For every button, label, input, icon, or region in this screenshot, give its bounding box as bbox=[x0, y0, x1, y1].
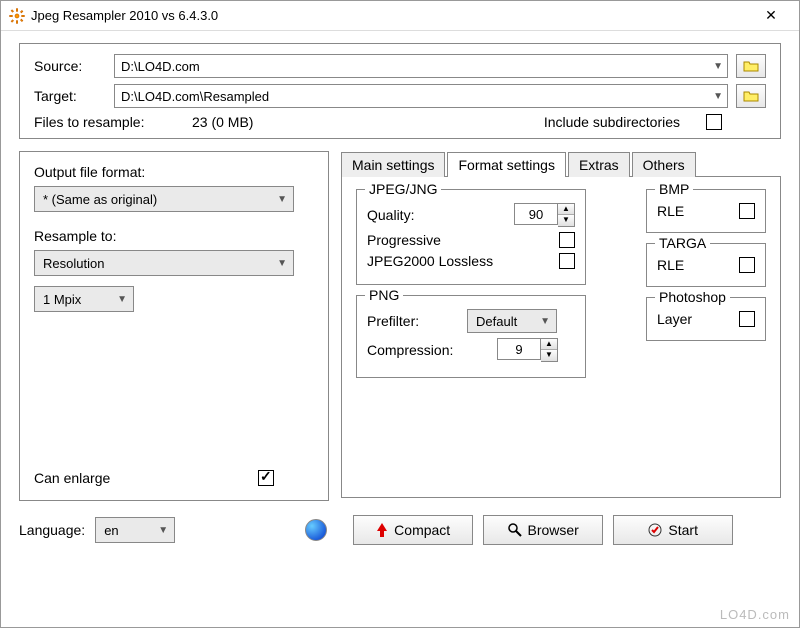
output-format-value: * (Same as original) bbox=[43, 192, 157, 207]
targa-legend: TARGA bbox=[655, 235, 710, 251]
chevron-down-icon: ▼ bbox=[713, 61, 723, 72]
jpeg2000-label: JPEG2000 Lossless bbox=[367, 253, 559, 269]
tabs: Main settings Format settings Extras Oth… bbox=[341, 151, 781, 176]
content-area: Source: D:\LO4D.com ▼ Target: D:\LO4D.co… bbox=[1, 31, 799, 509]
tab-main-settings[interactable]: Main settings bbox=[341, 152, 445, 177]
targa-rle-label: RLE bbox=[657, 257, 739, 273]
compact-label: Compact bbox=[394, 522, 450, 538]
resample-to-value: Resolution bbox=[43, 256, 104, 271]
chevron-down-icon: ▼ bbox=[713, 91, 723, 102]
png-legend: PNG bbox=[365, 287, 403, 303]
resample-to-label: Resample to: bbox=[34, 228, 314, 244]
files-label: Files to resample: bbox=[34, 114, 184, 130]
output-format-select[interactable]: * (Same as original) ▼ bbox=[34, 186, 294, 212]
language-value: en bbox=[104, 523, 118, 538]
include-subdirs-label: Include subdirectories bbox=[544, 114, 680, 130]
right-panel: Main settings Format settings Extras Oth… bbox=[341, 151, 781, 501]
chevron-down-icon: ▼ bbox=[277, 194, 287, 205]
chevron-down-icon: ▼ bbox=[158, 525, 168, 536]
spin-up-icon[interactable]: ▲ bbox=[558, 204, 574, 215]
jpeg-legend: JPEG/JNG bbox=[365, 181, 441, 197]
watermark: LO4D.com bbox=[720, 607, 790, 622]
titlebar: Jpeg Resampler 2010 vs 6.4.3.0 ✕ bbox=[1, 1, 799, 31]
start-label: Start bbox=[668, 522, 698, 538]
compression-spinner[interactable]: ▲▼ bbox=[497, 338, 558, 362]
tab-content: JPEG/JNG Quality: ▲▼ Progressive bbox=[341, 176, 781, 498]
target-label: Target: bbox=[34, 88, 106, 104]
targa-fieldset: TARGA RLE bbox=[646, 243, 766, 287]
spin-down-icon[interactable]: ▼ bbox=[541, 350, 557, 361]
language-select[interactable]: en ▼ bbox=[95, 517, 175, 543]
tab-others[interactable]: Others bbox=[632, 152, 696, 177]
files-value: 23 (0 MB) bbox=[192, 114, 332, 130]
can-enlarge-checkbox[interactable] bbox=[258, 470, 274, 486]
check-icon bbox=[648, 523, 662, 537]
chevron-down-icon: ▼ bbox=[540, 316, 550, 327]
close-button[interactable]: ✕ bbox=[751, 7, 791, 24]
target-value: D:\LO4D.com\Resampled bbox=[121, 89, 269, 104]
paths-panel: Source: D:\LO4D.com ▼ Target: D:\LO4D.co… bbox=[19, 43, 781, 139]
quality-label: Quality: bbox=[367, 207, 514, 223]
app-gear-icon bbox=[9, 8, 25, 24]
progressive-checkbox[interactable] bbox=[559, 232, 575, 248]
prefilter-select[interactable]: Default ▼ bbox=[467, 309, 557, 333]
resample-to-select[interactable]: Resolution ▼ bbox=[34, 250, 294, 276]
photoshop-layer-checkbox[interactable] bbox=[739, 311, 755, 327]
png-fieldset: PNG Prefilter: Default ▼ Compression: bbox=[356, 295, 586, 378]
mpix-select[interactable]: 1 Mpix ▼ bbox=[34, 286, 134, 312]
target-combo[interactable]: D:\LO4D.com\Resampled ▼ bbox=[114, 84, 728, 108]
quality-input[interactable] bbox=[514, 203, 558, 225]
spin-up-icon[interactable]: ▲ bbox=[541, 339, 557, 350]
bmp-rle-label: RLE bbox=[657, 203, 739, 219]
left-panel: Output file format: * (Same as original)… bbox=[19, 151, 329, 501]
photoshop-legend: Photoshop bbox=[655, 289, 730, 305]
chevron-down-icon: ▼ bbox=[117, 294, 127, 305]
photoshop-layer-label: Layer bbox=[657, 311, 739, 327]
jpeg-fieldset: JPEG/JNG Quality: ▲▼ Progressive bbox=[356, 189, 586, 285]
output-format-label: Output file format: bbox=[34, 164, 314, 180]
chevron-down-icon: ▼ bbox=[277, 258, 287, 269]
arrow-up-icon bbox=[376, 523, 388, 537]
globe-icon[interactable] bbox=[305, 519, 327, 541]
quality-spinner[interactable]: ▲▼ bbox=[514, 203, 575, 227]
window-title: Jpeg Resampler 2010 vs 6.4.3.0 bbox=[31, 8, 751, 23]
magnifier-icon bbox=[508, 523, 522, 537]
bmp-fieldset: BMP RLE bbox=[646, 189, 766, 233]
bmp-legend: BMP bbox=[655, 181, 693, 197]
compression-input[interactable] bbox=[497, 338, 541, 360]
prefilter-value: Default bbox=[476, 314, 517, 329]
compact-button[interactable]: Compact bbox=[353, 515, 473, 545]
language-label: Language: bbox=[19, 522, 85, 538]
source-label: Source: bbox=[34, 58, 106, 74]
browser-label: Browser bbox=[528, 522, 579, 538]
bottom-bar: Language: en ▼ Compact Browser Start bbox=[1, 509, 799, 557]
source-browse-button[interactable] bbox=[736, 54, 766, 78]
progressive-label: Progressive bbox=[367, 232, 559, 248]
tab-extras[interactable]: Extras bbox=[568, 152, 630, 177]
targa-rle-checkbox[interactable] bbox=[739, 257, 755, 273]
target-browse-button[interactable] bbox=[736, 84, 766, 108]
mpix-value: 1 Mpix bbox=[43, 292, 81, 307]
include-subdirs-checkbox[interactable] bbox=[706, 114, 722, 130]
can-enlarge-label: Can enlarge bbox=[34, 470, 110, 486]
spin-down-icon[interactable]: ▼ bbox=[558, 215, 574, 226]
app-window: Jpeg Resampler 2010 vs 6.4.3.0 ✕ Source:… bbox=[0, 0, 800, 628]
tab-format-settings[interactable]: Format settings bbox=[447, 152, 565, 177]
folder-icon bbox=[743, 60, 759, 72]
browser-button[interactable]: Browser bbox=[483, 515, 603, 545]
source-combo[interactable]: D:\LO4D.com ▼ bbox=[114, 54, 728, 78]
photoshop-fieldset: Photoshop Layer bbox=[646, 297, 766, 341]
compression-label: Compression: bbox=[367, 342, 467, 358]
start-button[interactable]: Start bbox=[613, 515, 733, 545]
source-value: D:\LO4D.com bbox=[121, 59, 200, 74]
bmp-rle-checkbox[interactable] bbox=[739, 203, 755, 219]
folder-icon bbox=[743, 90, 759, 102]
jpeg2000-checkbox[interactable] bbox=[559, 253, 575, 269]
prefilter-label: Prefilter: bbox=[367, 313, 467, 329]
